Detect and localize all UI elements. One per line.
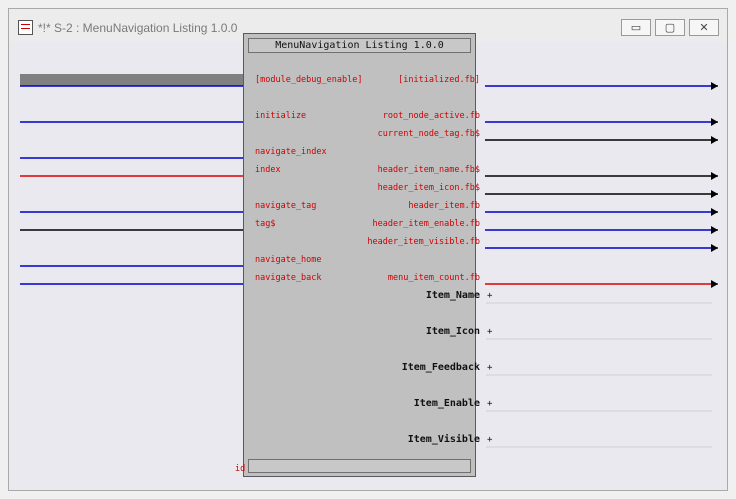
input-port-label[interactable]: index (255, 165, 281, 175)
output-port-label[interactable]: header_item_enable.fb (373, 219, 480, 229)
output-port-label[interactable]: header_item_name.fb$ (378, 165, 480, 175)
input-port-label[interactable]: [module_debug_enable] (255, 75, 362, 85)
output-wire-0-arrow (711, 82, 718, 90)
output-wire-2-arrow (711, 136, 718, 144)
selected-signal-highlight (20, 74, 250, 86)
output-port-label[interactable]: current_node_tag.fb$ (378, 129, 480, 139)
input-port-label[interactable]: tag$ (255, 219, 275, 229)
expand-group-plus[interactable]: + (487, 363, 492, 373)
output-port-label[interactable]: header_item.fb (408, 201, 480, 211)
expand-group-plus[interactable]: + (487, 435, 492, 445)
item-group-label[interactable]: Item_Icon (426, 326, 480, 338)
input-port-label[interactable]: navigate_tag (255, 201, 316, 211)
output-wire-5-arrow (711, 208, 718, 216)
expand-group-plus[interactable]: + (487, 291, 492, 301)
output-port-label[interactable]: header_item_icon.fb$ (378, 183, 480, 193)
input-port-label[interactable]: navigate_index (255, 147, 327, 157)
output-wire-1-arrow (711, 118, 718, 126)
output-port-label[interactable]: menu_item_count.fb (388, 273, 480, 283)
output-wire-7-arrow (711, 244, 718, 252)
output-wires[interactable] (485, 82, 718, 288)
output-wire-8-arrow (711, 280, 718, 288)
output-port-label[interactable]: header_item_visible.fb (367, 237, 480, 247)
input-wires[interactable] (20, 82, 251, 288)
input-port-label[interactable]: navigate_back (255, 273, 322, 283)
input-port-label[interactable]: navigate_home (255, 255, 322, 265)
group-separator-lines (486, 302, 712, 448)
output-wire-3-arrow (711, 172, 718, 180)
item-group-label[interactable]: Item_Enable (414, 398, 480, 410)
item-group-label[interactable]: Item_Feedback (402, 362, 480, 374)
output-wire-6-arrow (711, 226, 718, 234)
output-wire-4-arrow (711, 190, 718, 198)
input-port-label[interactable]: initialize (255, 111, 306, 121)
item-group-label[interactable]: Item_Visible (408, 434, 480, 446)
block-title: MenuNavigation Listing 1.0.0 (248, 38, 471, 53)
expand-group-plus[interactable]: + (487, 327, 492, 337)
output-port-label[interactable]: root_node_active.fb (383, 111, 480, 121)
expand-group-plus[interactable]: + (487, 399, 492, 409)
output-port-label[interactable]: [initialized.fb] (398, 75, 480, 85)
id-label: id (235, 464, 246, 474)
item-group-label[interactable]: Item_Name (426, 290, 480, 302)
id-field[interactable] (248, 459, 471, 473)
